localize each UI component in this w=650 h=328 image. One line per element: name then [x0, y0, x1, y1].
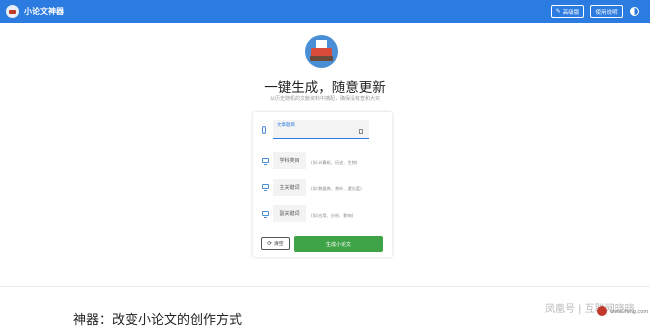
- pro-version-label: 高级版: [562, 9, 580, 16]
- topic-input[interactable]: 文章题目: [273, 120, 369, 139]
- theme-toggle-icon[interactable]: [630, 7, 639, 16]
- topic-label: 文章题目: [277, 123, 295, 128]
- main-keyword-hint: (如:数据库、茶叶、遗忘度): [311, 186, 362, 191]
- section-divider: [0, 286, 650, 287]
- refresh-icon: ⟳: [267, 240, 272, 247]
- generate-label: 生成小论文: [325, 241, 351, 248]
- page-title: 一键生成，随意更新: [264, 80, 386, 96]
- generate-button[interactable]: 生成小论文: [294, 236, 383, 252]
- subject-hint: (如:计算机、历史、生物): [311, 160, 358, 165]
- typewriter-logo-icon: [6, 5, 19, 18]
- subject-icon: [262, 158, 269, 165]
- main-keyword-icon: [262, 184, 269, 191]
- clear-label: 清空: [274, 242, 284, 247]
- generator-form-card: 文章题目 学科类目 (如:计算机、历史、生物) 主关键词 (如:数据库、茶叶、遗…: [253, 112, 392, 257]
- app-name: 小论文神器: [24, 7, 64, 16]
- top-navbar: 小论文神器 ✎ 高级版 使用说明: [0, 0, 650, 23]
- help-button[interactable]: 使用说明: [590, 5, 623, 18]
- section-heading: 神器：改变小论文的创作方式: [73, 313, 243, 328]
- clear-button[interactable]: ⟳ 清空: [261, 237, 290, 250]
- page-subtitle: 从历史随机的文献资料中摘配，确保没有查和大买: [269, 96, 380, 102]
- subject-field[interactable]: 学科类目: [273, 152, 306, 169]
- pencil-icon: ✎: [555, 8, 561, 15]
- help-label: 使用说明: [595, 9, 618, 16]
- typewriter-icon: [305, 35, 338, 68]
- sub-keyword-icon: [262, 211, 269, 218]
- brand[interactable]: 小论文神器: [6, 5, 64, 18]
- document-icon: [359, 129, 363, 134]
- ifeng-logo-icon: [597, 306, 607, 316]
- paperclip-icon: [262, 126, 266, 134]
- main-keyword-field[interactable]: 主关键词: [273, 179, 306, 196]
- pro-version-button[interactable]: ✎ 高级版: [551, 5, 584, 18]
- sub-keyword-field[interactable]: 副关键词: [273, 205, 306, 222]
- watermark-url: www.ifeng.com: [610, 309, 649, 315]
- sub-keyword-hint: (如:应用、分析、影响): [311, 213, 354, 218]
